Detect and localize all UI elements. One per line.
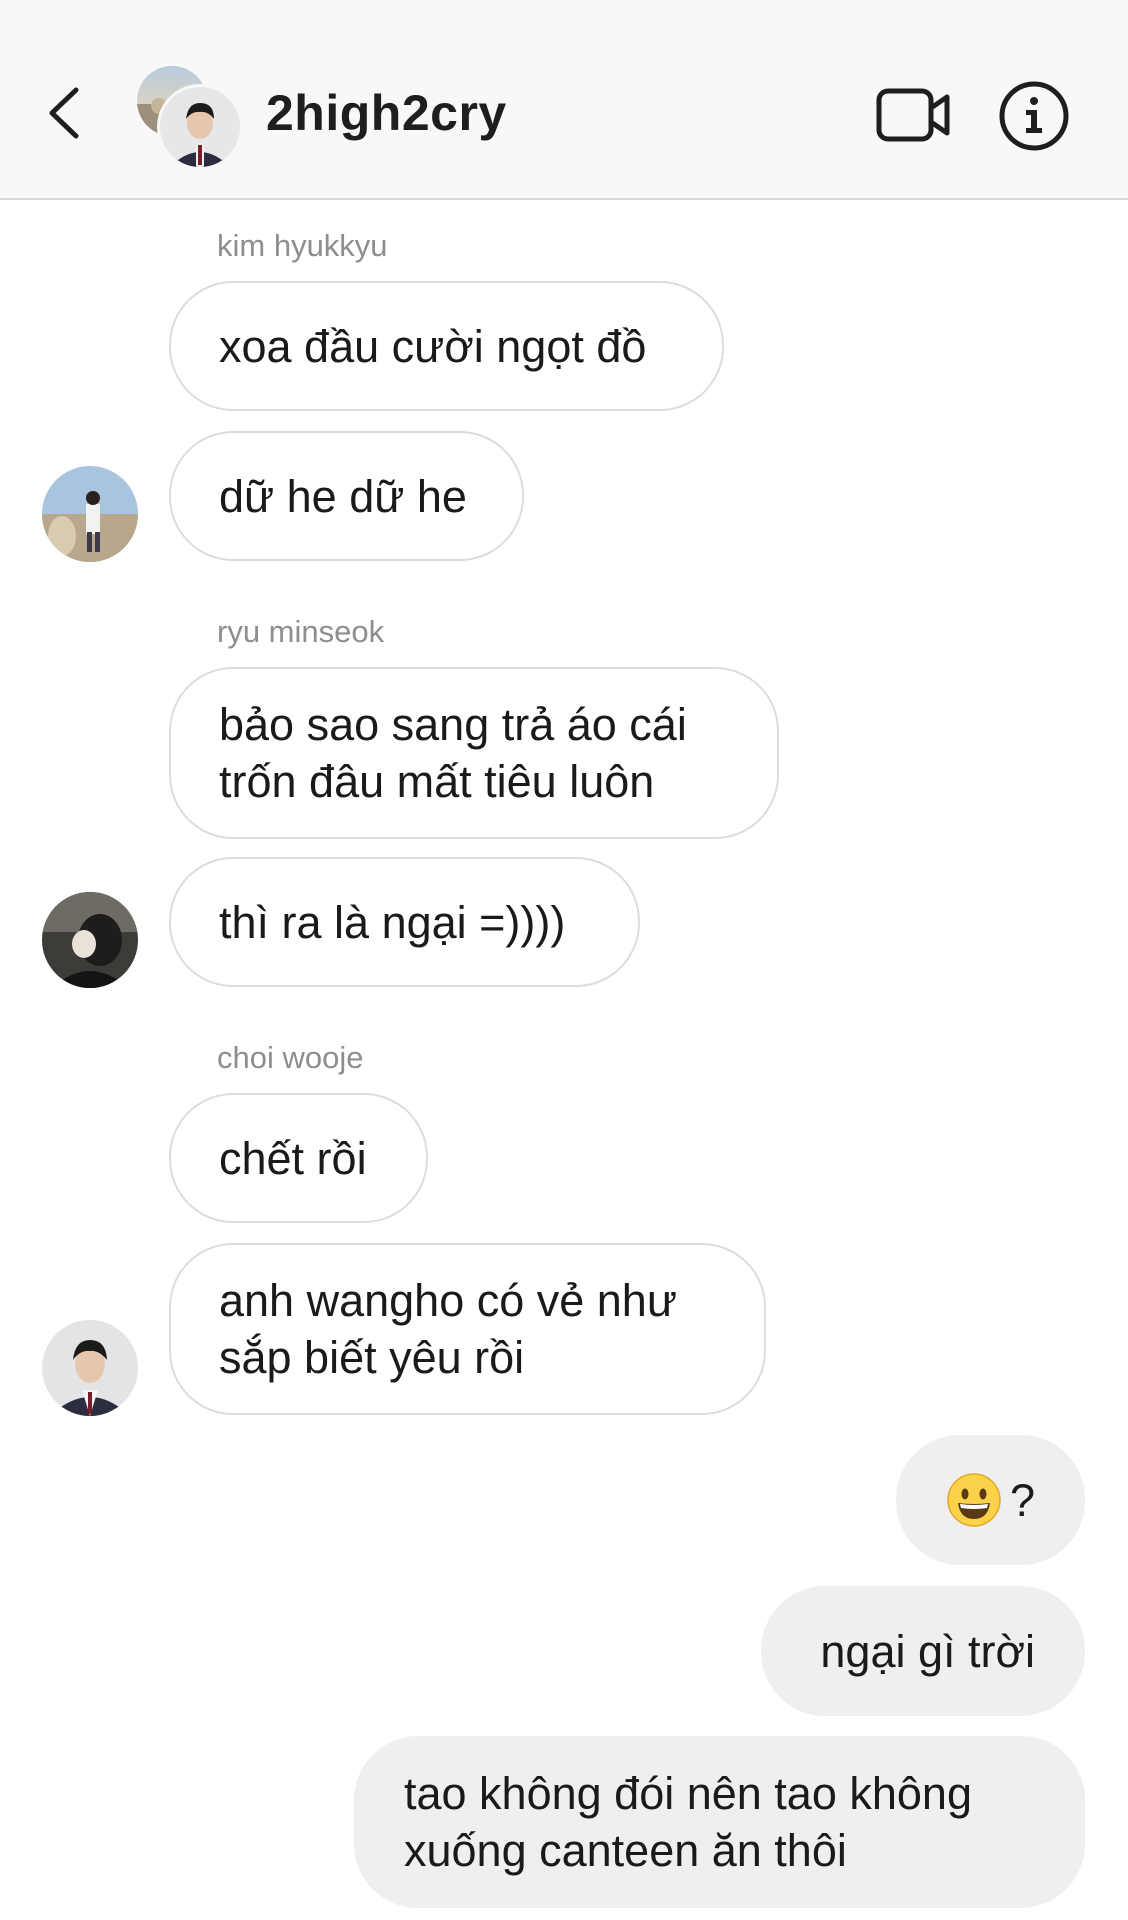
sender-avatar[interactable] bbox=[42, 1320, 138, 1416]
message-bubble[interactable]: xoa đầu cười ngọt đồ bbox=[169, 281, 724, 411]
chat-header: 2high2cry bbox=[0, 0, 1128, 200]
info-icon[interactable] bbox=[998, 80, 1070, 152]
sender-name: kim hyukkyu bbox=[217, 228, 388, 263]
sender-avatar[interactable] bbox=[42, 892, 138, 988]
own-message-bubble[interactable]: ? bbox=[896, 1435, 1085, 1565]
message-bubble[interactable]: bảo sao sang trả áo cái trốn đâu mất tiê… bbox=[169, 667, 779, 839]
video-camera-icon[interactable] bbox=[876, 86, 952, 144]
group-avatar-front bbox=[157, 84, 243, 170]
message-bubble[interactable]: dữ he dữ he bbox=[169, 431, 524, 561]
own-message-bubble[interactable]: tao không đói nên tao không xuống cantee… bbox=[354, 1736, 1085, 1908]
sender-name: ryu minseok bbox=[217, 614, 385, 649]
group-avatar[interactable] bbox=[137, 66, 243, 170]
message-bubble[interactable]: thì ra là ngại =)))) bbox=[169, 857, 640, 987]
sender-name: choi wooje bbox=[217, 1040, 364, 1075]
own-message-bubble[interactable]: ngại gì trời bbox=[761, 1586, 1085, 1716]
own-message-text: ? bbox=[1009, 1474, 1035, 1526]
back-icon[interactable] bbox=[40, 78, 90, 148]
message-bubble[interactable]: anh wangho có vẻ như sắp biết yêu rồi bbox=[169, 1243, 766, 1415]
chat-title[interactable]: 2high2cry bbox=[266, 84, 507, 142]
grinning-face-emoji bbox=[947, 1473, 1001, 1527]
sender-avatar[interactable] bbox=[42, 466, 138, 562]
message-bubble[interactable]: chết rồi bbox=[169, 1093, 428, 1223]
